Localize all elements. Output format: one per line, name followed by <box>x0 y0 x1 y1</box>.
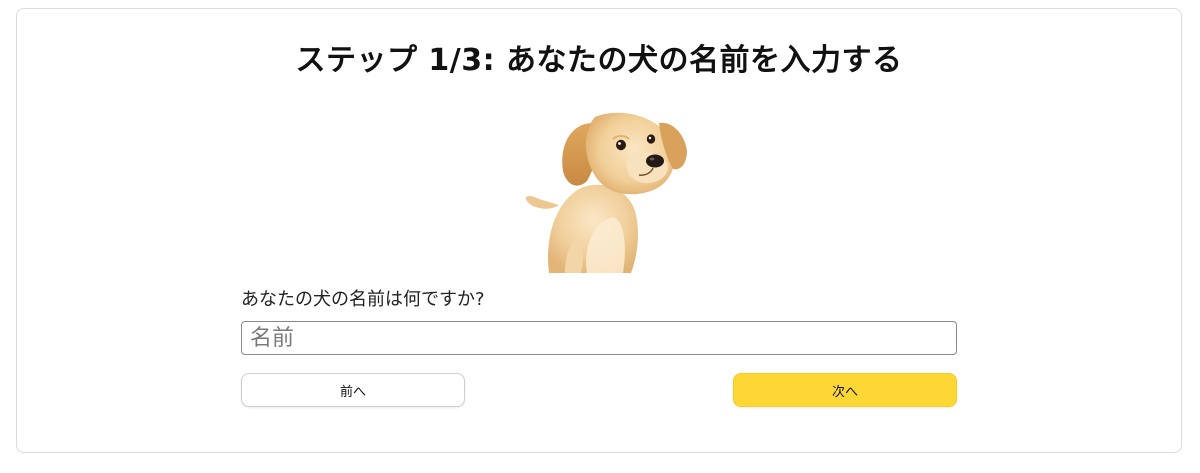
step-title: ステップ 1/3: あなたの犬の名前を入力する <box>295 43 903 78</box>
puppy-image <box>509 101 689 273</box>
next-button[interactable]: 次へ <box>733 373 957 407</box>
prev-button[interactable]: 前へ <box>241 373 465 407</box>
dog-name-input[interactable] <box>241 321 957 355</box>
name-question-label: あなたの犬の名前は何ですか? <box>241 289 485 310</box>
step-card: ステップ 1/3: あなたの犬の名前を入力する あなたの犬の名前は何ですか? 名… <box>16 8 1182 453</box>
puppy-icon <box>525 112 687 273</box>
